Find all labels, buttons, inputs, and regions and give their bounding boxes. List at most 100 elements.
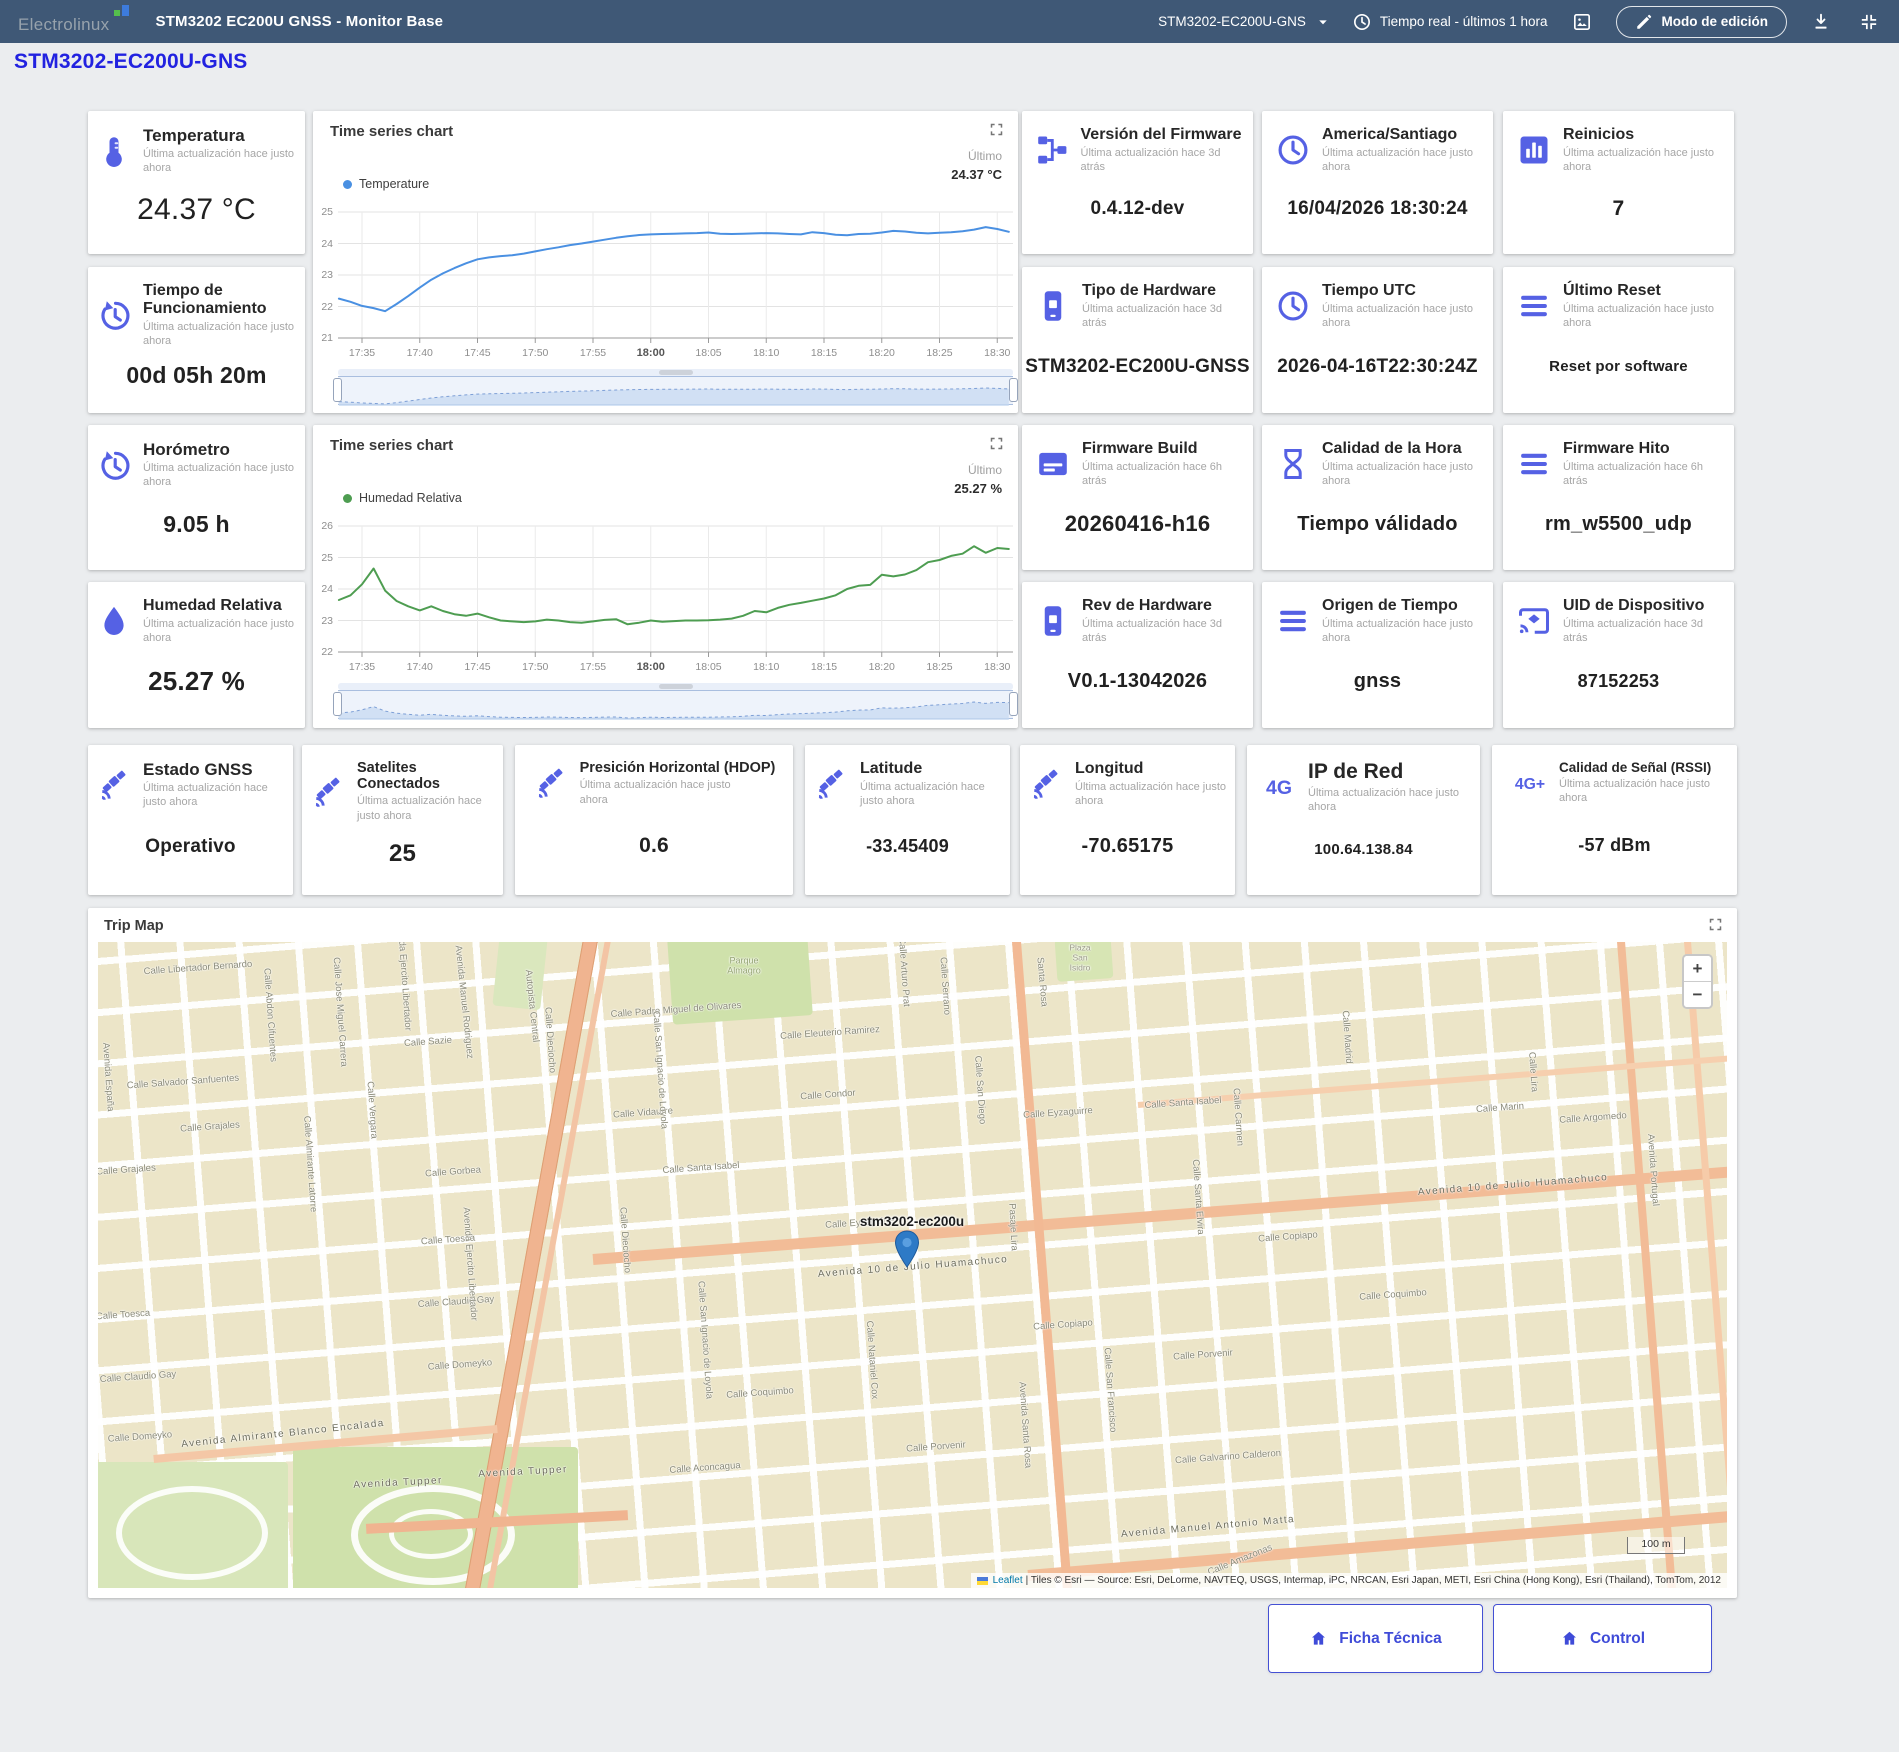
stat-subtitle: Última actualización hace justo ahora	[1308, 786, 1466, 815]
cast-icon	[1516, 603, 1552, 639]
chart-navigator[interactable]	[338, 376, 1013, 405]
zoom-in-button[interactable]: +	[1684, 956, 1711, 981]
stat-card-firmware-build: Firmware Build Última actualización hace…	[1022, 425, 1253, 570]
svg-text:4G: 4G	[1266, 777, 1292, 799]
stat-value: STM3202-EC200U-GNSS	[1025, 356, 1250, 378]
stat-value: 0.4.12-dev	[1091, 198, 1185, 220]
stat-card-humedad-relativa: Humedad Relativa Última actualización ha…	[88, 582, 305, 728]
stat-value: 7	[1613, 197, 1625, 221]
electrolinux-logo: Electrolinux	[16, 9, 135, 35]
stat-subtitle: Última actualización hace justo ahora	[1563, 146, 1721, 175]
navigator-handle-right[interactable]	[1009, 692, 1018, 716]
stat-value: V0.1-13042026	[1068, 670, 1207, 693]
clock-icon	[1352, 12, 1372, 32]
expand-icon[interactable]	[1708, 917, 1723, 937]
chart-canvas: 262524232217:3517:4017:4517:5017:5518:00…	[313, 425, 1018, 728]
stat-title: Tipo de Hardware	[1082, 282, 1240, 300]
exit-fullscreen-button[interactable]	[1855, 8, 1883, 36]
map-attribution: Leaflet | Tiles © Esri — Source: Esri, D…	[971, 1573, 1727, 1588]
stat-title: America/Santiago	[1322, 126, 1480, 144]
stat-subtitle: Última actualización hace justo ahora	[143, 147, 297, 176]
dashboard-root: Electrolinux STM3202 EC200U GNSS - Monit…	[0, 0, 1899, 1752]
ficha-tecnica-button[interactable]: Ficha Técnica	[1268, 1604, 1483, 1673]
logo-text: Electrolinux	[18, 15, 109, 34]
stat-subtitle: Última actualización hace justo ahora	[1559, 777, 1717, 806]
stat-title: Calidad de la Hora	[1322, 440, 1480, 458]
stat-title: IP de Red	[1308, 760, 1466, 784]
entity-selector[interactable]: STM3202-EC200U-GNS	[1158, 13, 1332, 31]
stat-title: Tiempo de Funcionamiento	[143, 282, 297, 318]
chart-plot[interactable]	[338, 212, 1013, 344]
stat-value: -33.45409	[866, 836, 949, 857]
stat-card-calidad-de-la-hora: Calidad de la Hora Última actualización …	[1262, 425, 1493, 570]
stat-subtitle: Última actualización hace justo ahora	[143, 781, 285, 810]
navigator-handle-left[interactable]	[333, 378, 342, 402]
stat-title: Presición Horizontal (HDOP)	[580, 760, 776, 776]
logo-bars-icon	[114, 5, 129, 16]
stat-title: Firmware Hito	[1563, 440, 1721, 458]
chart-navigator[interactable]	[338, 690, 1013, 719]
stat-card-presicion-horizontal-hdop: Presición Horizontal (HDOP) Última actua…	[515, 745, 793, 895]
stat-title: Horómetro	[143, 440, 297, 459]
stat-value: 9.05 h	[163, 511, 229, 538]
zoom-out-button[interactable]: −	[1684, 981, 1711, 1007]
satellite-icon	[96, 767, 132, 803]
stat-value: 100.64.138.84	[1314, 841, 1413, 858]
navigator-scrollbar[interactable]	[338, 683, 1013, 690]
stat-title: Temperatura	[143, 126, 297, 145]
map-street-label: Plaza San Isidro	[1062, 943, 1098, 972]
navigator-scrollbar[interactable]	[338, 369, 1013, 376]
stat-card-america-santiago: America/Santiago Última actualización ha…	[1262, 111, 1493, 254]
chart-canvas: 252423222117:3517:4017:4517:5017:5518:00…	[313, 111, 1018, 413]
page-title: STM3202-EC200U-GNS	[14, 50, 248, 74]
4g-plus-icon: 4G+	[1512, 765, 1548, 801]
navigator-handle-left[interactable]	[333, 692, 342, 716]
satellite-icon	[813, 766, 849, 802]
stat-title: Reinicios	[1563, 126, 1721, 144]
satellite-icon	[1028, 766, 1064, 802]
stat-value: Operativo	[145, 836, 236, 858]
smartphone-icon	[1035, 288, 1071, 324]
stat-subtitle: Última actualización hace 3d atrás	[1082, 302, 1240, 331]
chart-plot[interactable]	[338, 526, 1013, 658]
stat-card-horometro: Horómetro Última actualización hace just…	[88, 425, 305, 570]
stat-value: 16/04/2026 18:30:24	[1287, 198, 1467, 220]
stat-card-satelites-conectados: Satelites Conectados Última actualizació…	[302, 745, 503, 895]
stat-subtitle: Última actualización hace 6h atrás	[1082, 460, 1240, 489]
stat-subtitle: Última actualización hace justo ahora	[860, 780, 1002, 809]
edit-mode-button[interactable]: Modo de edición	[1616, 6, 1788, 38]
stat-subtitle: Última actualización hace justo ahora	[357, 794, 495, 823]
map-marker-pin[interactable]	[894, 1230, 920, 1268]
stat-value: 00d 05h 20m	[126, 362, 266, 389]
stat-card-temperatura: Temperatura Última actualización hace ju…	[88, 111, 305, 254]
control-button[interactable]: Control	[1493, 1604, 1712, 1673]
stat-subtitle: Última actualización hace justo ahora	[580, 778, 738, 807]
dashboard-title: STM3202 EC200U GNSS - Monitor Base	[155, 13, 443, 30]
satellite-icon	[310, 774, 346, 810]
map-canvas[interactable]: Calle Libertador BernardoCalle SazieCall…	[98, 942, 1727, 1588]
screenshot-button[interactable]	[1568, 8, 1596, 36]
stat-subtitle: Última actualización hace justo ahora	[143, 617, 297, 646]
map-scale-bar: 100 m	[1627, 1537, 1685, 1554]
stat-subtitle: Última actualización hace justo ahora	[1563, 302, 1721, 331]
timewindow-button[interactable]: Tiempo real - últimos 1 hora	[1352, 12, 1548, 32]
download-button[interactable]	[1807, 8, 1835, 36]
map-marker-label: stm3202-ec200u	[860, 1214, 964, 1229]
stat-card-origen-de-tiempo: Origen de Tiempo Última actualización ha…	[1262, 582, 1493, 728]
chevron-down-icon	[1314, 13, 1332, 31]
stat-card-firmware-hito: Firmware Hito Última actualización hace …	[1503, 425, 1734, 570]
stat-subtitle: Última actualización hace justo ahora	[143, 461, 297, 490]
4g-icon: 4G	[1261, 769, 1297, 805]
stat-value: 2026-04-16T22:30:24Z	[1277, 356, 1477, 378]
menu-icon	[1516, 446, 1552, 482]
stat-card-version-del-firmware: Versión del Firmware Última actualizació…	[1022, 111, 1253, 254]
stat-card-estado-gnss: Estado GNSS Última actualización hace ju…	[88, 745, 293, 895]
leaflet-link[interactable]: Leaflet	[993, 1575, 1023, 1586]
stat-subtitle: Última actualización hace justo ahora	[1322, 460, 1480, 489]
stat-title: Tiempo UTC	[1322, 282, 1480, 300]
smartphone-icon	[1035, 603, 1071, 639]
stat-card-rev-de-hardware: Rev de Hardware Última actualización hac…	[1022, 582, 1253, 728]
navigator-handle-right[interactable]	[1009, 378, 1018, 402]
stat-subtitle: Última actualización hace justo ahora	[1075, 780, 1227, 809]
firmware-version-icon	[1034, 132, 1070, 168]
